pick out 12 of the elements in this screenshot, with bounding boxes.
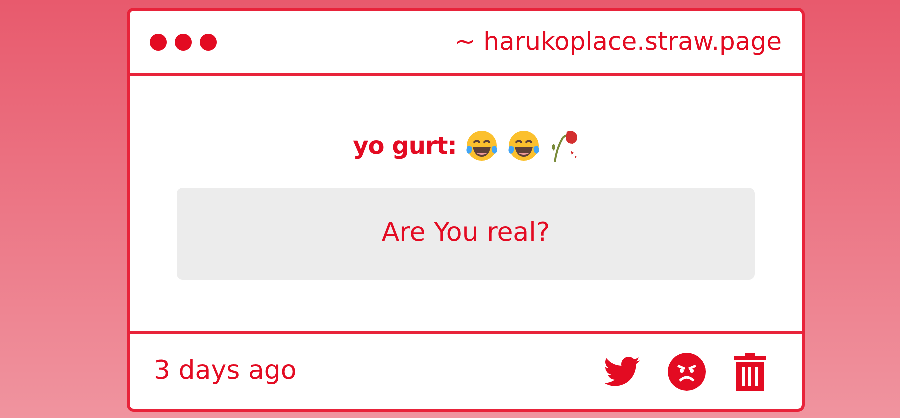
angry-face-icon[interactable] [668, 352, 706, 390]
timestamp: 3 days ago [154, 355, 297, 388]
window-title: ~ harukoplace.straw.page [454, 26, 782, 58]
window-dot [175, 34, 192, 50]
laughing-face-icon [464, 128, 499, 162]
laughing-face-icon [506, 128, 541, 162]
message-text: Are You real? [382, 217, 550, 250]
window-dot [150, 34, 167, 50]
trash-icon[interactable] [734, 352, 766, 390]
author-name: yo gurt: [353, 130, 457, 162]
twitter-bird-icon[interactable] [604, 356, 640, 386]
window-dot [200, 34, 217, 50]
